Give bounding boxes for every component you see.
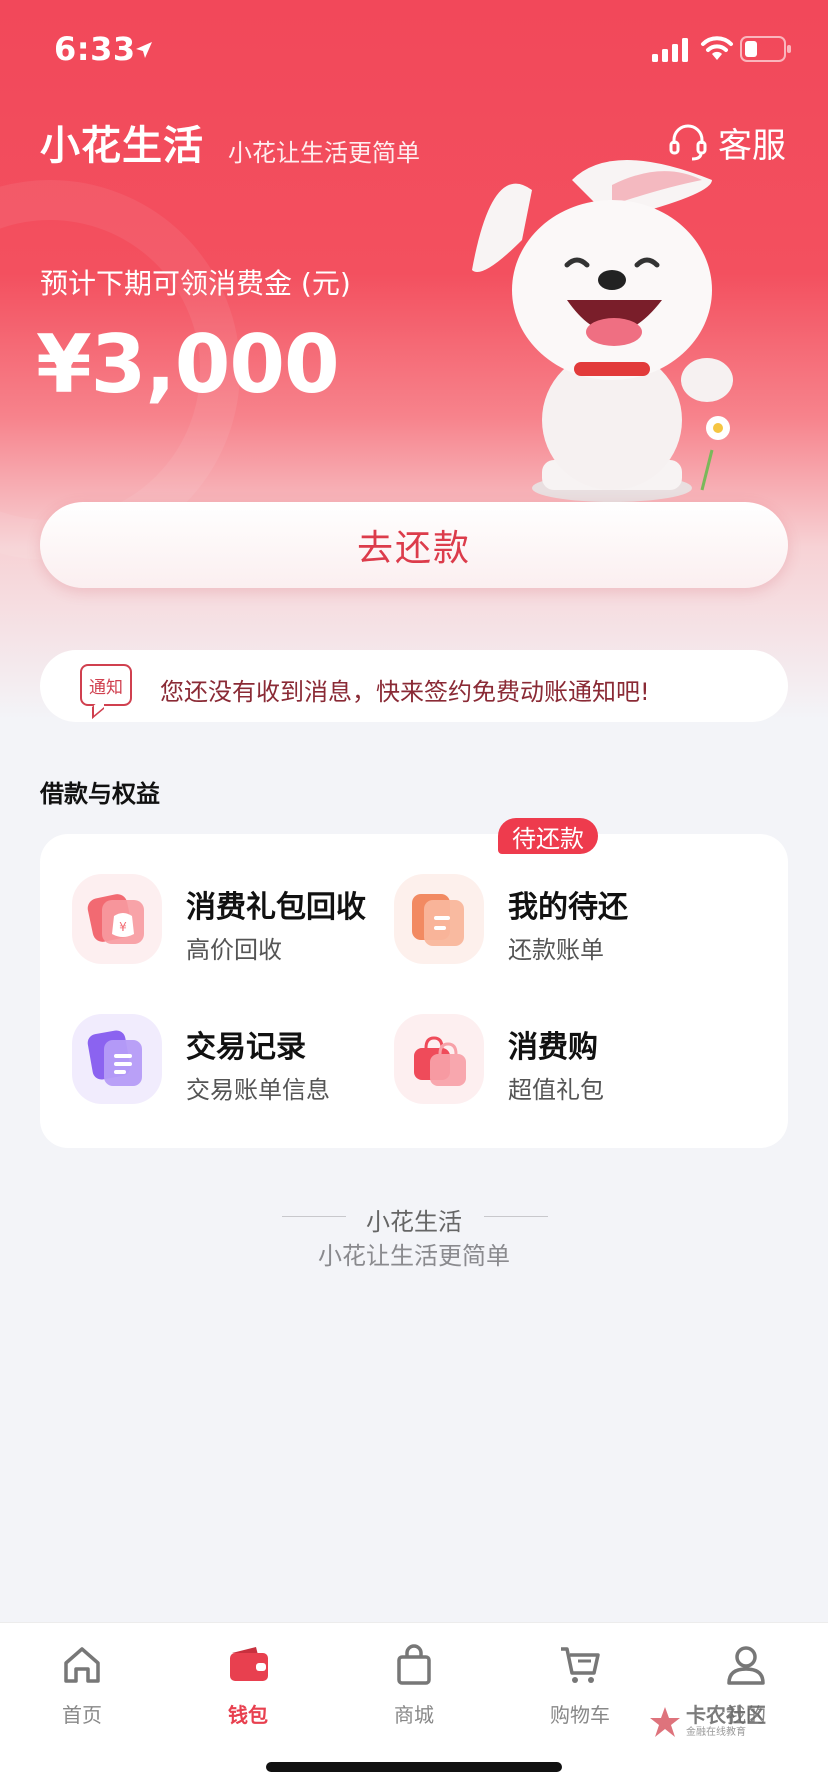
watermark: 卡农社区 金融在线教育 [648, 1700, 788, 1744]
notification-banner[interactable]: 通知 您还没有收到消息，快来签约免费动账通知吧! [40, 650, 788, 722]
watermark-sub: 金融在线教育 [686, 1727, 746, 1738]
store-bag-icon [397, 1644, 431, 1685]
transaction-list-icon [72, 1014, 162, 1104]
tab-cart[interactable]: 购物车 [530, 1643, 630, 1743]
bunny-mascot-image [472, 160, 733, 502]
home-icon [64, 1647, 100, 1683]
amount-caption: 预计下期可领消费金 (元) [40, 267, 351, 300]
tab-home[interactable]: 首页 [32, 1643, 132, 1743]
cellular-signal-icon [652, 38, 688, 62]
gift-bag-recycle-icon: ¥ [72, 874, 162, 964]
tab-wallet[interactable]: 钱包 [198, 1643, 298, 1743]
tab-label: 购物车 [550, 1703, 610, 1727]
notice-badge: 通知 [80, 664, 132, 706]
benefit-title: 我的待还 [508, 890, 628, 925]
benefit-title: 消费购 [508, 1030, 598, 1065]
profile-icon [727, 1646, 765, 1685]
pending-repayment-tag: 待还款 [498, 818, 598, 854]
cart-icon [561, 1647, 600, 1683]
notice-text: 您还没有收到消息，快来签约免费动账通知吧! [160, 678, 650, 706]
watermark-main: 卡农社区 [686, 1703, 766, 1727]
benefit-subtitle: 高价回收 [186, 936, 282, 964]
benefit-gift-recycle[interactable]: ¥ 消费礼包回收 高价回收 [40, 834, 380, 964]
app-title: 小花生活 [40, 123, 204, 169]
repay-button[interactable]: 去还款 [40, 502, 788, 588]
shopping-bag-icon [394, 1014, 484, 1104]
status-time: 6:33 [54, 30, 136, 68]
tab-store[interactable]: 商城 [364, 1643, 464, 1743]
benefit-subtitle: 还款账单 [508, 936, 604, 964]
benefits-card: ¥ 消费礼包回收 高价回收 我的待还 还款账单 待还款 交易记录 交易账单信息 … [40, 818, 788, 1148]
svg-text:¥: ¥ [119, 920, 127, 934]
tab-label: 首页 [62, 1703, 102, 1727]
wifi-icon [701, 36, 733, 60]
benefit-consumer-shopping[interactable]: 消费购 超值礼包 [362, 974, 702, 1104]
tab-label: 钱包 [228, 1703, 268, 1727]
bill-document-icon [394, 874, 484, 964]
amount-value: ¥3,000 [36, 318, 340, 411]
benefit-subtitle: 超值礼包 [508, 1076, 604, 1104]
footer-brand-name: 小花生活 [366, 1208, 462, 1236]
watermark-logo-icon [650, 1707, 680, 1737]
benefit-title: 消费礼包回收 [186, 890, 366, 925]
tab-label: 商城 [394, 1703, 434, 1727]
benefit-subtitle: 交易账单信息 [186, 1076, 330, 1104]
location-arrow-icon [136, 42, 152, 58]
benefit-transaction-records[interactable]: 交易记录 交易账单信息 [40, 974, 380, 1104]
section-title: 借款与权益 [40, 780, 160, 808]
app-slogan: 小花让生活更简单 [228, 139, 420, 167]
footer-slogan: 小花让生活更简单 [318, 1242, 510, 1270]
home-indicator[interactable] [266, 1762, 562, 1772]
status-bar: 6:33 [0, 0, 828, 100]
wallet-icon [230, 1647, 268, 1681]
benefit-title: 交易记录 [186, 1030, 306, 1065]
battery-icon [740, 36, 791, 62]
